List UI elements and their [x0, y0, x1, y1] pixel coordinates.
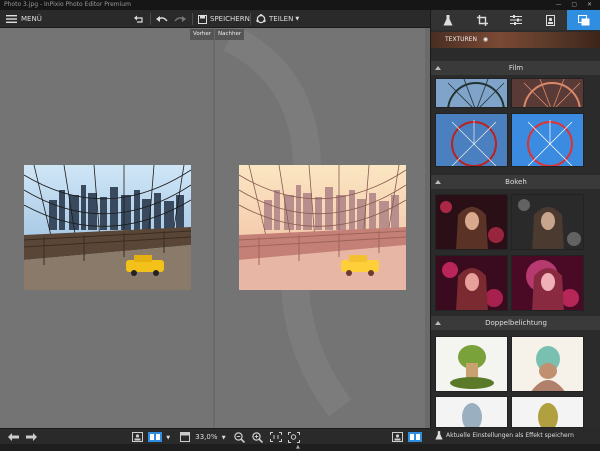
flask-icon — [435, 431, 443, 440]
textures-button[interactable]: TEXTUREN ◉ — [431, 32, 600, 48]
collapse-icon — [435, 321, 441, 325]
bottom-strip: ▲ — [0, 444, 600, 451]
window-title: Photo 3.jpg - InPixio Photo Editor Premi… — [4, 1, 131, 8]
fullscreen-button[interactable] — [288, 429, 300, 445]
save-button[interactable]: SPEICHERN — [198, 10, 250, 28]
save-label: SPEICHERN — [210, 15, 250, 23]
collapse-icon — [435, 66, 441, 70]
expand-arrow-icon[interactable]: ▲ — [296, 444, 300, 450]
film-thumb-4[interactable] — [511, 113, 584, 167]
section-header-bokeh[interactable]: Bokeh — [431, 175, 600, 189]
save-effect-button[interactable]: Aktuelle Einstellungen als Effekt speich… — [430, 428, 600, 444]
dropdown-arrow-icon: ▼ — [166, 435, 171, 441]
film-thumb-3[interactable] — [435, 113, 508, 167]
share-button[interactable]: TEILEN ▼ — [256, 10, 299, 28]
app-window: Photo 3.jpg - InPixio Photo Editor Premi… — [0, 0, 600, 451]
section-header-film[interactable]: Film — [431, 61, 600, 75]
share-icon — [256, 14, 266, 24]
undo-button[interactable] — [156, 10, 168, 28]
fit-icon — [180, 432, 190, 442]
single-view-icon — [392, 432, 403, 442]
arrow-right-icon — [26, 433, 37, 441]
panel-tabs — [431, 10, 600, 30]
zoom-out-button[interactable] — [234, 429, 246, 445]
split-view-button[interactable]: ▼ — [148, 429, 170, 445]
menu-button[interactable]: MENÜ — [6, 10, 42, 28]
arrow-left-icon — [8, 433, 19, 441]
fit-icon — [270, 432, 282, 442]
after-photo — [239, 165, 406, 290]
share-label: TEILEN — [269, 15, 294, 23]
film-thumb-1[interactable] — [435, 78, 508, 108]
save-icon — [198, 14, 207, 24]
collapse-icon — [435, 180, 441, 184]
split-view-icon — [148, 432, 162, 442]
double-exposure-thumb-4[interactable] — [511, 396, 584, 428]
bokeh-thumb-1[interactable] — [435, 194, 508, 250]
rotate-button[interactable] — [134, 10, 144, 28]
compare-single-button[interactable] — [392, 429, 403, 445]
next-image-button[interactable] — [26, 429, 37, 445]
section-title-bokeh: Bokeh — [505, 178, 527, 186]
section-header-double-exposure[interactable]: Doppelbelichtung — [431, 316, 600, 330]
tab-adjust[interactable] — [499, 10, 533, 30]
flask-icon — [443, 14, 453, 25]
textures-label: TEXTUREN — [445, 36, 477, 43]
menu-label: MENÜ — [21, 15, 42, 23]
top-toolbar: MENÜ SPEICHERN TEILEN ▼ — [0, 10, 430, 28]
dropdown-arrow-icon: ▼ — [295, 16, 300, 22]
bokeh-thumb-3[interactable] — [435, 255, 508, 311]
film-thumb-2[interactable] — [511, 78, 584, 108]
dropdown-arrow-icon: ▼ — [221, 435, 226, 441]
zoom-in-button[interactable] — [252, 429, 264, 445]
double-exposure-thumb-1[interactable] — [435, 336, 508, 392]
double-exposure-thumb-3[interactable] — [435, 396, 508, 428]
single-view-button[interactable] — [132, 429, 143, 445]
redo-icon — [174, 15, 186, 22]
section-title-film: Film — [508, 64, 524, 72]
bokeh-thumb-2[interactable] — [511, 194, 584, 250]
fullscreen-icon — [288, 431, 300, 443]
window-controls[interactable]: — ▢ ✕ — [555, 0, 596, 10]
zoom-out-icon — [234, 431, 246, 443]
effects-panel: TEXTUREN ◉ Film Bokeh Doppelbelichtung — [430, 10, 600, 428]
hamburger-icon — [6, 15, 17, 23]
before-tooltip: Vorher — [190, 29, 214, 40]
undo-icon — [156, 15, 168, 22]
single-view-icon — [132, 432, 143, 442]
tab-frames[interactable] — [533, 10, 567, 30]
tab-layers[interactable] — [567, 10, 600, 30]
after-tooltip: Nachher — [215, 29, 245, 40]
actual-size-button[interactable] — [270, 429, 282, 445]
tab-crop[interactable] — [465, 10, 499, 30]
zoom-value: 33,0% — [195, 433, 218, 441]
double-exposure-thumb-2[interactable] — [511, 336, 584, 392]
tab-effects[interactable] — [431, 10, 465, 30]
zoom-control[interactable]: 33,0% ▼ — [180, 429, 226, 445]
save-effect-label: Aktuelle Einstellungen als Effekt speich… — [446, 432, 574, 439]
compare-divider[interactable] — [213, 28, 215, 428]
prev-image-button[interactable] — [8, 429, 19, 445]
compare-split-button[interactable] — [408, 429, 422, 445]
bokeh-thumb-4[interactable] — [511, 255, 584, 311]
section-title-double-exposure: Doppelbelichtung — [485, 319, 547, 327]
rotate-icon — [134, 15, 143, 23]
eye-icon: ◉ — [482, 36, 489, 43]
compare-tooltips: Vorher Nachher — [190, 29, 245, 40]
before-photo — [24, 165, 191, 290]
redo-button[interactable] — [174, 10, 186, 28]
zoom-in-icon — [252, 431, 264, 443]
title-bar: Photo 3.jpg - InPixio Photo Editor Premi… — [0, 0, 600, 10]
layers-icon — [578, 14, 590, 25]
frame-icon — [545, 14, 555, 26]
sliders-icon — [510, 15, 522, 25]
crop-icon — [476, 14, 488, 26]
split-view-icon — [408, 432, 422, 442]
